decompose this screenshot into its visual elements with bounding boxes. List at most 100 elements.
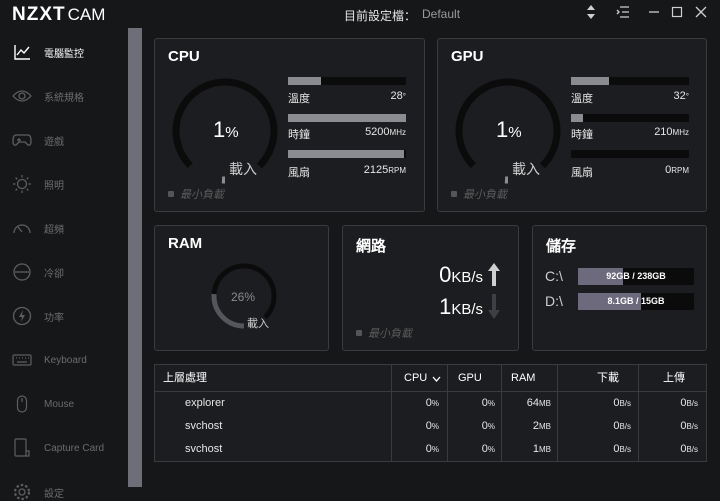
logo-suffix: CAM (67, 5, 106, 24)
chevron-down-icon (432, 376, 441, 382)
cpu-temp-value: 28° (345, 90, 406, 102)
gpu-clock-bar-fill (571, 114, 583, 122)
cpu-load-value: 1% (213, 117, 239, 143)
gpu-fan-label: 風扇 (571, 167, 593, 179)
close-icon[interactable] (692, 5, 710, 23)
cpu-clock-unit: MHz (389, 128, 406, 137)
cpu-temp-label: 溫度 (288, 93, 310, 105)
process-name: svchost (185, 420, 223, 432)
sidebar-item-capture-card[interactable]: Capture Card (0, 426, 128, 470)
sidebar-item-cooling[interactable]: 冷卻 (0, 250, 128, 294)
table-row[interactable]: explorer 0% 0% 64MB 0B/s 0B/s (155, 392, 706, 415)
cpu-fan-unit: RPM (388, 166, 406, 175)
process-cpu: 0% (391, 415, 439, 438)
sun-icon (12, 174, 32, 194)
gpu-fan-bar (571, 150, 689, 158)
title-bar: NZXT CAM 目前設定檔： Default (0, 0, 720, 28)
network-download-number: 0 (439, 262, 452, 287)
drive-c-label: C:\ (545, 268, 563, 284)
drive-d-bar: 8.1GB / 15GB (578, 293, 694, 310)
process-upload-unit: B/s (686, 399, 698, 408)
cpu-clock-bar-fill (288, 114, 406, 122)
cpu-clock-label: 時鐘 (288, 129, 310, 141)
lightning-icon (12, 306, 32, 326)
drive-c-usage: 92GB / 238GB (606, 271, 666, 281)
ram-card: RAM 26% 載入 (154, 225, 329, 351)
col-header-download[interactable]: 下載 (597, 365, 619, 392)
col-header-cpu[interactable]: CPU (404, 365, 441, 392)
network-title: 網路 (356, 238, 387, 255)
sidebar-item-keyboard[interactable]: Keyboard (0, 338, 128, 382)
gpu-load-unit: % (508, 124, 522, 141)
gpu-temp-label: 溫度 (571, 93, 593, 105)
col-header-process[interactable]: 上層處理 (163, 365, 207, 392)
process-cpu: 0% (391, 438, 439, 461)
gpu-temp-bar-fill (571, 77, 609, 85)
gpu-temp-number: 32 (673, 90, 686, 102)
gpu-min-load: 最小負載 (451, 186, 507, 202)
process-cpu-unit: % (431, 399, 439, 408)
network-upload-unit: KB/s (451, 301, 483, 318)
cpu-min-load-label: 最小負載 (180, 189, 224, 201)
table-row[interactable]: svchost 0% 0% 1MB 0B/s 0B/s (155, 438, 706, 461)
profile-menu-icon[interactable] (614, 5, 632, 23)
gpu-clock-unit: MHz (672, 128, 689, 137)
drive-d-label: D:\ (545, 293, 563, 309)
gpu-clock-number: 210 (654, 126, 673, 138)
gpu-temp-unit: ° (685, 92, 689, 101)
gpu-clock-value: 210MHz (618, 126, 689, 138)
cpu-fan-bar-fill (288, 150, 404, 158)
col-header-upload[interactable]: 上傳 (663, 365, 685, 392)
sidebar-item-label: Capture Card (44, 442, 105, 454)
sidebar-item-system-specs[interactable]: 系統規格 (0, 74, 128, 118)
col-header-gpu[interactable]: GPU (458, 365, 482, 392)
sidebar-item-lighting[interactable]: 照明 (0, 162, 128, 206)
gpu-title: GPU (451, 48, 484, 65)
cpu-clock-bar (288, 114, 406, 122)
sidebar-item-power[interactable]: 功率 (0, 294, 128, 338)
process-download: 0B/s (557, 438, 631, 461)
process-ram: 64MB (501, 392, 551, 415)
ram-load-label: 載入 (247, 318, 269, 330)
speedometer-icon (12, 218, 32, 238)
cpu-fan-value: 2125RPM (335, 164, 406, 176)
drive-c-bar: 92GB / 238GB (578, 268, 694, 285)
sidebar-item-overclocking[interactable]: 超頻 (0, 206, 128, 250)
gpu-fan-value: 0RPM (618, 164, 689, 176)
process-table: 上層處理 CPU GPU RAM 下載 上傳 explorer 0% 0% 64… (154, 364, 707, 462)
app-logo: NZXT CAM (12, 4, 105, 26)
sidebar: 電腦監控 系統規格 遊戲 照明 超頻 冷卻 功率 Keyboard Mouse … (0, 28, 128, 501)
cpu-load-number: 1 (213, 117, 226, 142)
col-header-ram[interactable]: RAM (511, 365, 535, 392)
process-cpu-unit: % (431, 445, 439, 454)
drive-d-usage: 8.1GB / 15GB (607, 296, 665, 306)
cpu-temp-number: 28 (390, 90, 403, 102)
gpu-card: GPU 1% 載入 最小負載 溫度 32° 時鐘 210MHz 風扇 0RPM (437, 38, 707, 212)
process-name: svchost (185, 443, 223, 455)
profile-dropdown[interactable]: Default (422, 7, 460, 21)
profile-sort-icon[interactable] (582, 5, 600, 23)
maximize-icon[interactable] (668, 5, 686, 23)
process-ram-unit: MB (539, 399, 551, 408)
network-min-load-label: 最小負載 (368, 328, 412, 340)
sidebar-item-monitoring[interactable]: 電腦監控 (0, 30, 128, 74)
sidebar-item-mouse[interactable]: Mouse (0, 382, 128, 426)
process-cpu-unit: % (431, 422, 439, 431)
network-arrows-icon (488, 263, 500, 319)
process-download-unit: B/s (619, 422, 631, 431)
sidebar-item-settings[interactable]: 設定 (0, 470, 128, 501)
process-gpu: 0% (447, 392, 495, 415)
gpu-temp-bar (571, 77, 689, 85)
process-upload: 0B/s (638, 392, 698, 415)
cpu-fan-number: 2125 (363, 164, 389, 176)
sidebar-item-games[interactable]: 遊戲 (0, 118, 128, 162)
table-row[interactable]: svchost 0% 0% 2MB 0B/s 0B/s (155, 415, 706, 438)
process-gpu: 0% (447, 438, 495, 461)
cpu-title: CPU (168, 48, 200, 65)
process-upload: 0B/s (638, 415, 698, 438)
cpu-temp-unit: ° (402, 92, 406, 101)
cpu-clock-value: 5200MHz (335, 126, 406, 138)
ram-load-unit: % (244, 290, 256, 304)
minimize-icon[interactable] (645, 5, 663, 23)
sidebar-scroll-strip[interactable] (128, 28, 142, 487)
